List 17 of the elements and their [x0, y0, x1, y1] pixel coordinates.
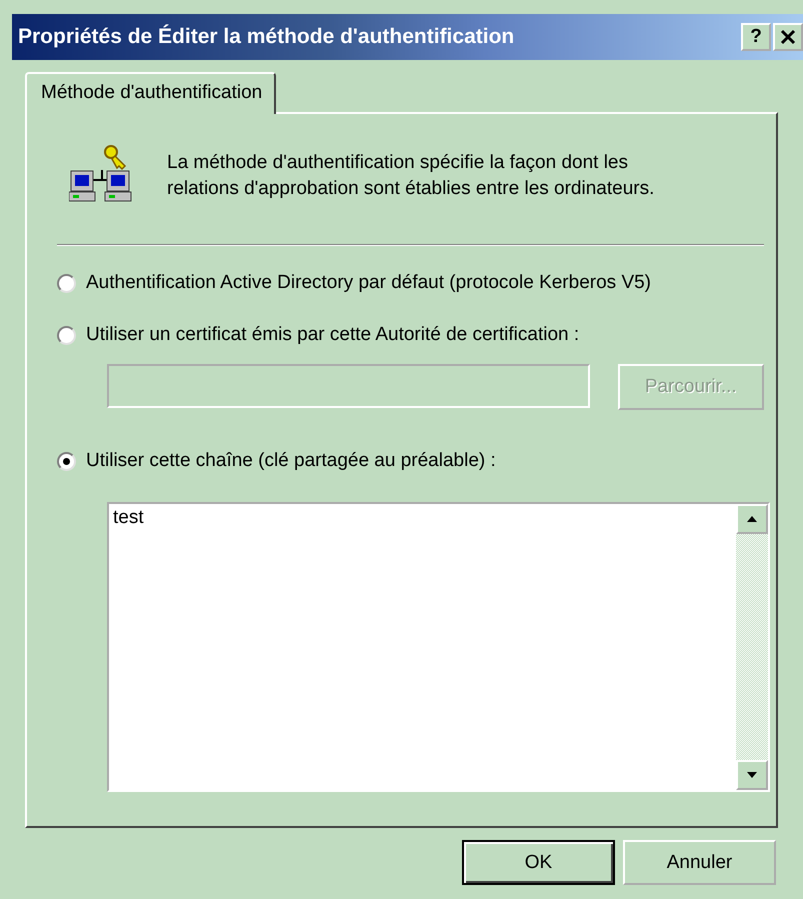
scroll-down-icon[interactable]: [736, 760, 768, 790]
description-text: La méthode d'authentification spécifie la façon dont les relations d'approbation sont établies entre les ordinateurs.: [167, 151, 656, 201]
help-button[interactable]: ?: [741, 23, 771, 51]
window-title: Propriétés de Éditer la méthode d'authentification: [18, 25, 514, 49]
radio-button[interactable]: [57, 452, 76, 470]
dialog-button[interactable]: OK: [462, 840, 615, 885]
text-area[interactable]: test: [107, 502, 770, 792]
radio-label[interactable]: Utiliser cette chaîne (clé partagée au préalable) :: [86, 450, 496, 472]
close-icon[interactable]: [773, 23, 803, 51]
radio-button[interactable]: [57, 326, 76, 344]
dialog-button[interactable]: Annuler: [623, 840, 776, 885]
radio-label[interactable]: Utiliser un certificat émis par cette Autorité de certification :: [86, 324, 580, 346]
scrollbar[interactable]: [736, 504, 768, 790]
scroll-up-icon[interactable]: [736, 504, 768, 534]
radio-label[interactable]: Authentification Active Directory par défaut (protocole Kerberos V5): [86, 272, 652, 294]
tab[interactable]: Méthode d'authentification: [25, 72, 276, 114]
radio-button[interactable]: [57, 274, 76, 292]
